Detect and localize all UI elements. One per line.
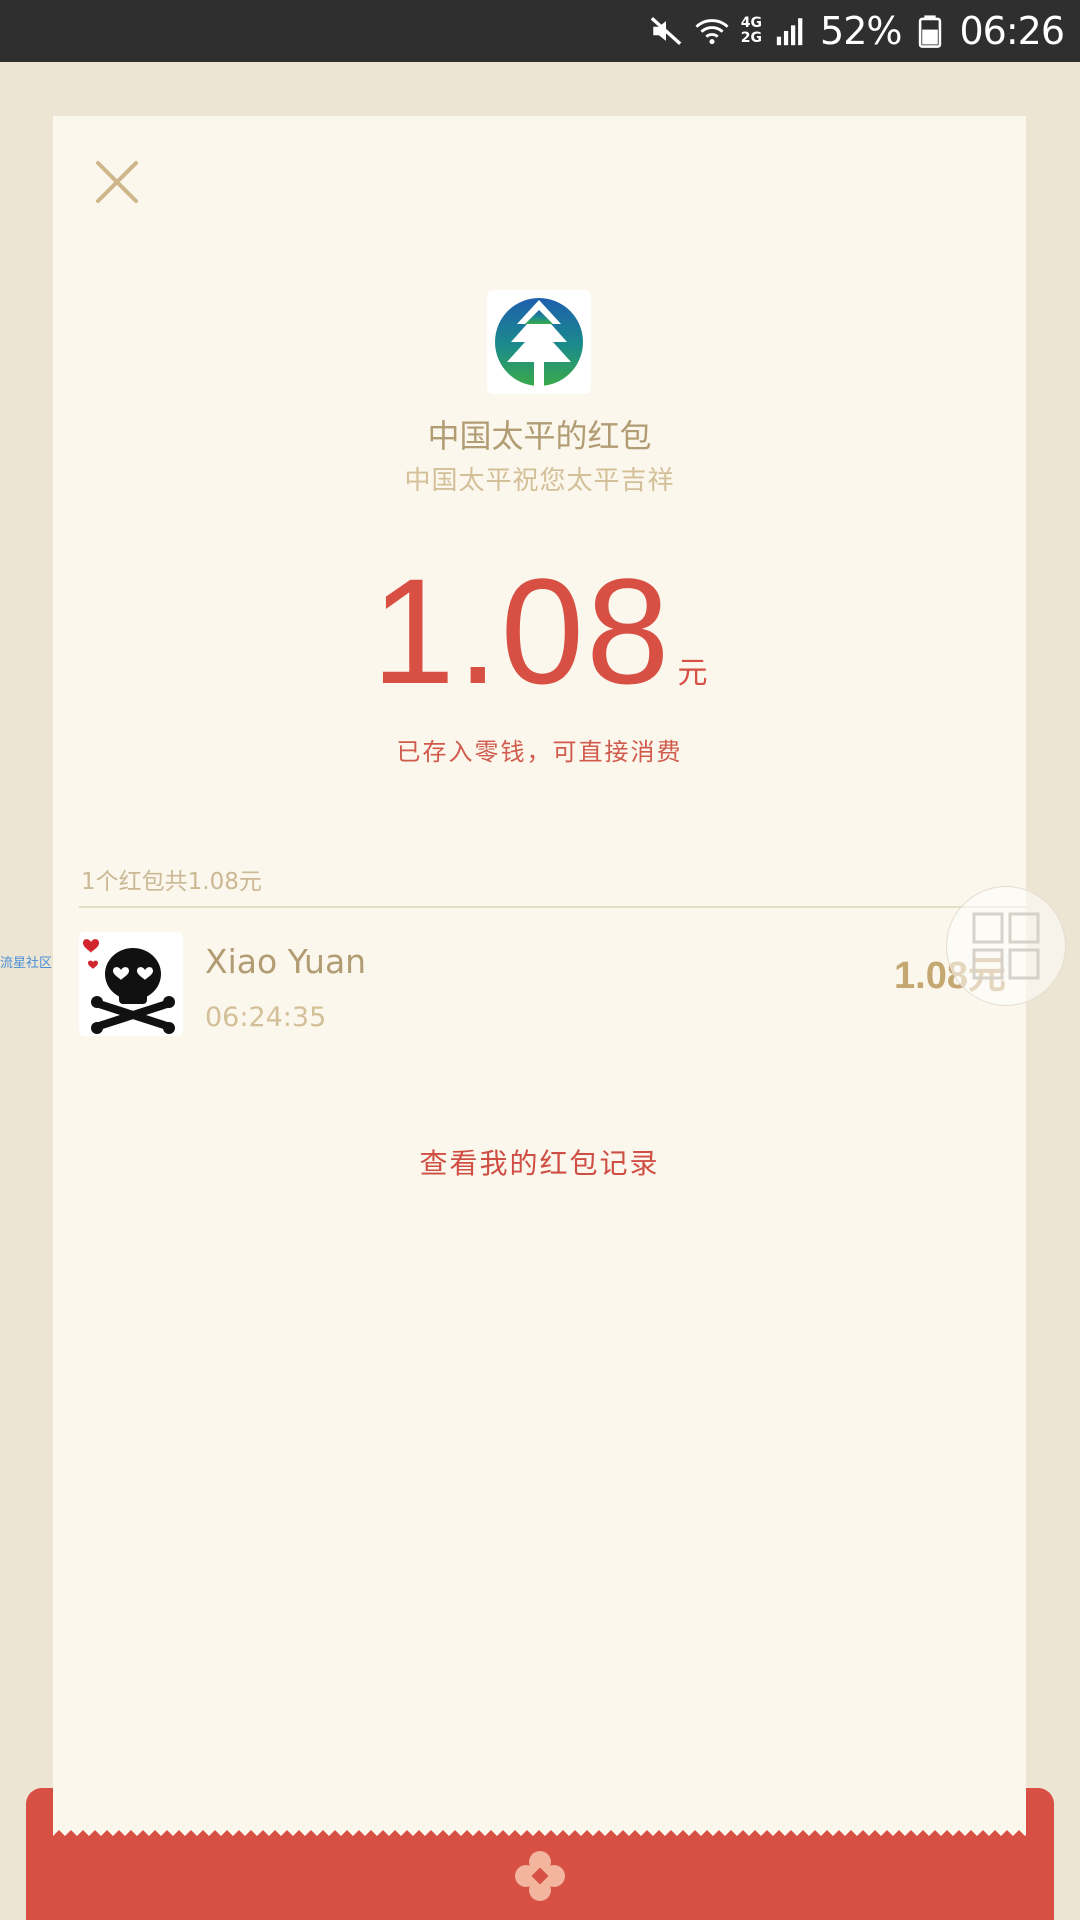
- record-time: 06:24:35: [205, 1002, 327, 1033]
- signal-icon: [776, 18, 803, 46]
- network-type-bottom: 2G: [740, 30, 763, 46]
- view-packet-history-link[interactable]: 查看我的红包记录: [53, 1142, 1026, 1182]
- amount-display: 1.08 元: [53, 556, 1026, 706]
- amount-unit: 元: [677, 656, 708, 691]
- packet-greeting: 中国太平祝您太平吉祥: [404, 466, 675, 496]
- packet-summary: 1个红包共1.08元: [81, 869, 262, 895]
- avatar: [79, 932, 183, 1036]
- flower-emblem-icon: [515, 1851, 565, 1901]
- network-type-top: 4G: [740, 15, 763, 31]
- insurer-logo: [495, 298, 583, 386]
- skull-avatar: [83, 939, 175, 1034]
- side-community-label[interactable]: 流星社区: [0, 952, 52, 971]
- floating-grid-button[interactable]: [946, 886, 1066, 1006]
- network-type-labels: 4G 2G: [741, 16, 762, 46]
- battery-icon: [919, 15, 942, 48]
- grid-icon: [972, 912, 1040, 980]
- record-name: Xiao Yuan: [205, 942, 367, 981]
- sender-title: 中国太平的红包: [427, 417, 652, 455]
- stored-to-balance-note: 已存入零钱，可直接消费: [396, 738, 683, 766]
- close-button[interactable]: [87, 152, 147, 212]
- list-item[interactable]: Xiao Yuan 06:24:35 1.08元: [79, 932, 1026, 1042]
- status-bar-right: 4G 2G 52% 06:26: [649, 0, 1065, 62]
- close-icon: [96, 161, 138, 203]
- battery-percent: 52%: [820, 9, 902, 53]
- status-bar: 4G 2G 52% 06:26: [0, 0, 1080, 62]
- sender-logo: [487, 290, 591, 394]
- divider: [79, 906, 1026, 908]
- clock: 06:26: [959, 9, 1065, 53]
- mute-icon: [650, 16, 682, 46]
- wifi-icon: [695, 19, 729, 45]
- card-zigzag-edge: [53, 1830, 1026, 1844]
- red-packet-detail-card: 中国太平的红包 中国太平祝您太平吉祥 1.08 元 已存入零钱，可直接消费 1个红…: [53, 116, 1026, 1841]
- received-amount: 1.08: [371, 547, 672, 715]
